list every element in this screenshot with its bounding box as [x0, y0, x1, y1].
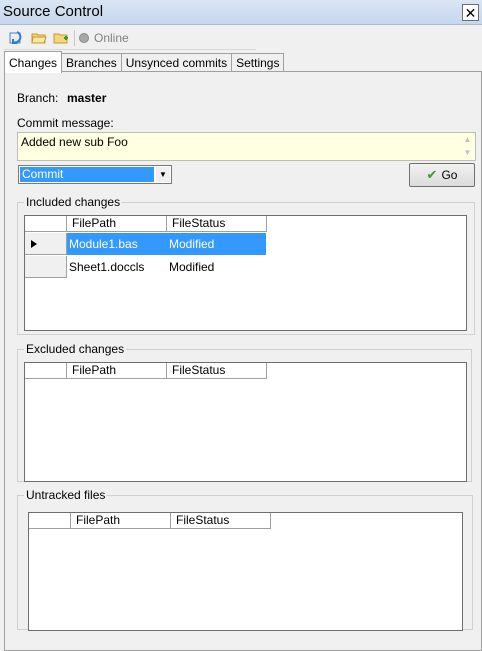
title-bar: Source Control ✕ — [0, 0, 482, 25]
commit-action-value: Commit — [20, 167, 154, 182]
tab-unsynced-commits[interactable]: Unsynced commits — [120, 53, 233, 72]
tab-changes[interactable]: Changes — [4, 51, 63, 73]
cell-filestatus[interactable]: Modified — [167, 256, 266, 278]
commit-message-label: Commit message: — [17, 116, 114, 130]
grid-header: FilePath FileStatus — [25, 216, 267, 232]
untracked-files-title: Untracked files — [24, 488, 108, 502]
table-row[interactable]: Module1.bas Modified — [25, 233, 266, 255]
new-folder-icon[interactable] — [52, 29, 70, 47]
commit-action-select[interactable]: Commit ▼ — [18, 165, 172, 184]
window-title: Source Control — [3, 3, 104, 20]
commit-scrollbar[interactable]: ▲ ▼ — [460, 133, 475, 160]
excluded-changes-title: Excluded changes — [24, 342, 127, 356]
status-dot-icon — [79, 33, 89, 43]
column-filestatus[interactable]: FileStatus — [167, 216, 267, 232]
column-filepath[interactable]: FilePath — [71, 513, 171, 529]
grid-header: FilePath FileStatus — [25, 363, 267, 379]
grid-header: FilePath FileStatus — [29, 513, 271, 529]
row-header-corner — [25, 363, 67, 379]
included-changes-grid[interactable]: FilePath FileStatus Module1.bas Modified… — [24, 215, 467, 331]
open-folder-icon[interactable] — [30, 29, 48, 47]
table-row[interactable]: Sheet1.doccls Modified — [25, 256, 266, 278]
column-filepath[interactable]: FilePath — [67, 363, 167, 379]
branch-value: master — [67, 91, 107, 105]
column-filepath[interactable]: FilePath — [67, 216, 167, 232]
commit-message-input[interactable]: Added new sub Foo ▲ ▼ — [17, 132, 476, 161]
row-header-corner — [25, 216, 67, 232]
toolbar-separator — [74, 30, 75, 46]
included-changes-title: Included changes — [24, 195, 123, 209]
commit-message-text: Added new sub Foo — [21, 135, 128, 149]
close-button[interactable]: ✕ — [462, 4, 479, 21]
tab-settings[interactable]: Settings — [231, 53, 285, 72]
row-header-corner — [29, 513, 71, 529]
chevron-down-icon[interactable]: ▼ — [156, 167, 170, 182]
refresh-icon[interactable] — [8, 29, 26, 47]
tab-branches[interactable]: Branches — [61, 53, 122, 72]
go-button[interactable]: ✔ Go — [409, 163, 475, 187]
row-selector-icon[interactable] — [25, 233, 67, 255]
checkmark-icon: ✔ — [426, 167, 438, 182]
column-filestatus[interactable]: FileStatus — [171, 513, 271, 529]
cell-filepath[interactable]: Module1.bas — [67, 233, 167, 255]
column-filestatus[interactable]: FileStatus — [167, 363, 267, 379]
untracked-files-group: Untracked files FilePath FileStatus — [17, 488, 473, 631]
branch-label: Branch: — [17, 91, 59, 105]
excluded-changes-group: Excluded changes FilePath FileStatus — [17, 342, 472, 482]
go-button-label: Go — [441, 168, 458, 182]
cell-filestatus[interactable]: Modified — [167, 233, 266, 255]
toolbar: Online — [4, 27, 256, 50]
cell-filepath[interactable]: Sheet1.doccls — [67, 256, 167, 278]
tab-strip: Changes Branches Unsynced commits Settin… — [4, 51, 285, 73]
online-status[interactable]: Online — [79, 31, 129, 45]
row-selector[interactable] — [25, 256, 67, 278]
untracked-files-grid[interactable]: FilePath FileStatus — [28, 512, 463, 631]
online-status-label: Online — [94, 31, 129, 45]
included-changes-group: Included changes FilePath FileStatus Mod… — [17, 195, 475, 335]
excluded-changes-grid[interactable]: FilePath FileStatus — [24, 362, 467, 482]
